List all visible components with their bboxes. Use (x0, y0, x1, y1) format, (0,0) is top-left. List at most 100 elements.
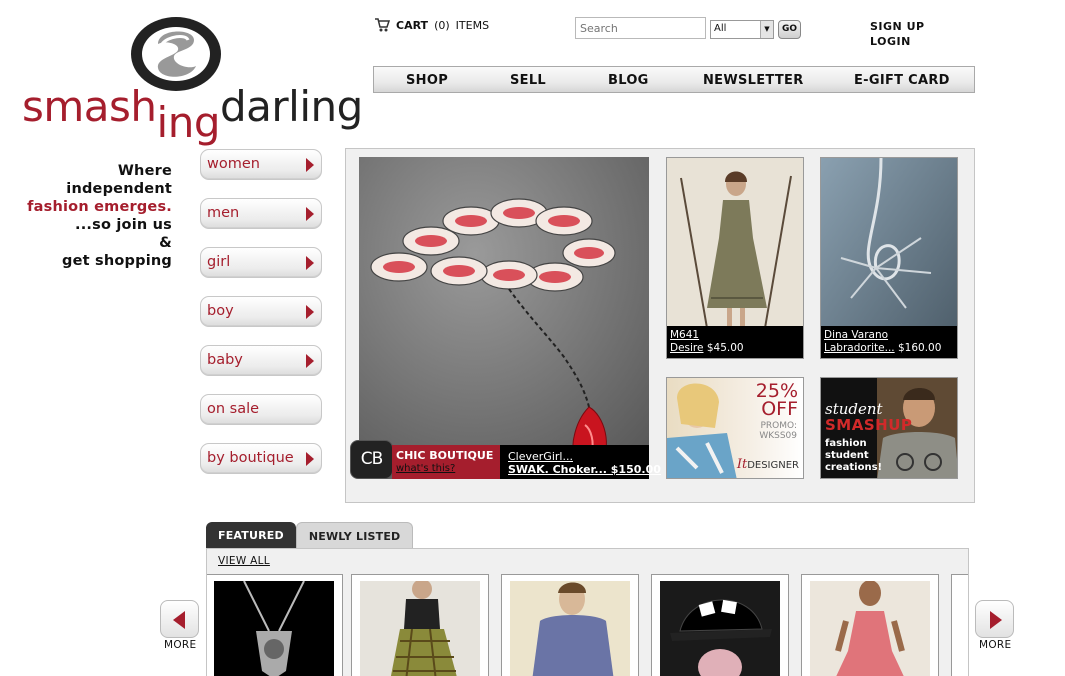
main-nav: SHOP SELL BLOG NEWSLETTER E-GIFT CARD (373, 66, 975, 93)
nav-sell[interactable]: SELL (510, 73, 546, 88)
promo-code: WKSS09 (759, 431, 797, 441)
tagline-line: get shopping (62, 253, 172, 269)
student-smashup-banner[interactable]: student SMASHUP fashion student creation… (820, 377, 958, 479)
cart-icon (375, 18, 390, 32)
category-label: by boutique (207, 450, 294, 466)
product-tile-caption: M641 Desire $45.00 (667, 326, 803, 358)
more-left-label[interactable]: MORE (164, 639, 196, 651)
smashup-word: SMASHUP (825, 416, 913, 434)
arrow-right-icon (306, 305, 314, 319)
pendant-product-image (214, 580, 334, 676)
student-description: fashion student creations! (825, 438, 882, 474)
product-seller-link[interactable]: M641 (670, 329, 800, 342)
category-women-button[interactable]: women (200, 149, 322, 180)
hero-product-seller-link[interactable]: CleverGirl... (508, 450, 573, 463)
nav-blog[interactable]: BLOG (608, 73, 649, 88)
category-label: girl (207, 254, 231, 270)
hero-caption: CB CHIC BOUTIQUE what's this? CleverGirl… (350, 440, 661, 479)
hero-product-name-link[interactable]: SWAK. Choker... $150.00 (508, 463, 661, 476)
product-carousel: VIEW ALL (206, 548, 969, 676)
carousel-next-button[interactable] (975, 600, 1014, 638)
promo-brand-it: It (736, 457, 748, 472)
tagline-line: independent (66, 181, 172, 197)
carousel-item[interactable] (207, 574, 343, 676)
promo-text: 25% OFF (756, 382, 798, 420)
account-links: SIGN UP LOGIN (870, 19, 925, 49)
hero-bracelet-image (359, 157, 649, 479)
promo-off: OFF (761, 398, 798, 420)
category-label: baby (207, 352, 243, 368)
chic-boutique-badge[interactable]: CB (350, 440, 393, 479)
carousel-prev-button[interactable] (160, 600, 199, 638)
promo-code-block: PROMO: WKSS09 (759, 421, 797, 441)
tagline-line: fashion emerges. (27, 199, 172, 215)
search-go-button[interactable]: GO (778, 19, 801, 39)
student-desc-line: fashion (825, 438, 867, 449)
product-price: $160.00 (897, 342, 942, 354)
plaid-skirt-product-image (360, 579, 480, 676)
category-baby-button[interactable]: baby (200, 345, 322, 376)
nav-shop[interactable]: SHOP (406, 73, 448, 88)
product-price: $45.00 (706, 342, 744, 354)
tagline-line: ...so join us (75, 217, 172, 233)
category-on-sale-button[interactable]: on sale (200, 394, 322, 425)
category-label: boy (207, 303, 234, 319)
nav-egift-card[interactable]: E-GIFT CARD (854, 73, 950, 88)
cart-label: CART (396, 18, 429, 32)
listing-tabs: FEATURED NEWLY LISTED (206, 522, 414, 548)
product-name-link[interactable]: Labradorite... (824, 342, 895, 354)
tagline: Where independent fashion emerges. ...so… (27, 162, 172, 270)
whats-this-link[interactable]: what's this? (396, 463, 455, 474)
blue-top-product-image (510, 581, 630, 676)
hero-product-caption: CleverGirl... SWAK. Choker... $150.00 (500, 445, 661, 479)
category-boy-button[interactable]: boy (200, 296, 322, 327)
carousel-item[interactable] (501, 574, 639, 676)
tab-featured[interactable]: FEATURED (206, 522, 296, 548)
category-girl-button[interactable]: girl (200, 247, 322, 278)
hero-product-image[interactable] (359, 157, 649, 479)
signup-link[interactable]: SIGN UP (870, 19, 925, 34)
chic-boutique-banner: CHIC BOUTIQUE what's this? (392, 445, 500, 479)
arrow-right-icon (306, 158, 314, 172)
carousel-item[interactable] (801, 574, 939, 676)
promo-banner[interactable]: 25% OFF PROMO: WKSS09 ItDESIGNER (666, 377, 804, 479)
more-right-label[interactable]: MORE (979, 639, 1011, 651)
product-seller-link[interactable]: Dina Varano (824, 329, 954, 342)
category-label: women (207, 156, 260, 172)
login-link[interactable]: LOGIN (870, 34, 925, 49)
nav-newsletter[interactable]: NEWSLETTER (703, 73, 804, 88)
student-desc-line: student (825, 450, 869, 461)
tab-newly-listed[interactable]: NEWLY LISTED (295, 522, 414, 548)
carousel-item-partial[interactable] (951, 574, 968, 676)
arrow-right-icon (306, 207, 314, 221)
cart-link[interactable]: CART (0) ITEMS (374, 18, 489, 32)
boutique-title: CHIC BOUTIQUE (396, 449, 494, 462)
search-input[interactable] (575, 17, 706, 39)
category-by-boutique-button[interactable]: by boutique (200, 443, 322, 474)
arrow-right-icon (306, 354, 314, 368)
arrow-left-icon (173, 611, 185, 629)
product-tile-caption: Dina Varano Labradorite... $160.00 (821, 326, 957, 358)
arrow-right-icon (306, 452, 314, 466)
arrow-right-icon (306, 256, 314, 270)
logo-wordmark: smashingdarling (22, 82, 363, 147)
carousel-item[interactable] (351, 574, 489, 676)
product-name-link[interactable]: Desire (670, 342, 703, 354)
view-all-link[interactable]: VIEW ALL (218, 555, 270, 567)
promo-model-image (667, 383, 737, 478)
promo-brand-name: DESIGNER (747, 460, 799, 471)
carousel-item[interactable] (651, 574, 789, 676)
product-tile[interactable]: M641 Desire $45.00 (666, 157, 804, 359)
category-men-button[interactable]: men (200, 198, 322, 229)
site-logo[interactable]: smashingdarling (22, 12, 363, 147)
arrow-right-icon (990, 611, 1002, 629)
category-label: men (207, 205, 240, 221)
product-tile[interactable]: Dina Varano Labradorite... $160.00 (820, 157, 958, 359)
hat-product-image (660, 581, 780, 676)
category-label: on sale (207, 401, 260, 417)
promo-label: PROMO: (760, 421, 798, 431)
search-scope-value: All (714, 22, 727, 34)
tagline-line: Where (117, 163, 172, 179)
student-desc-line: creations! (825, 462, 883, 473)
search-scope-select[interactable]: All ▼ (710, 19, 774, 39)
